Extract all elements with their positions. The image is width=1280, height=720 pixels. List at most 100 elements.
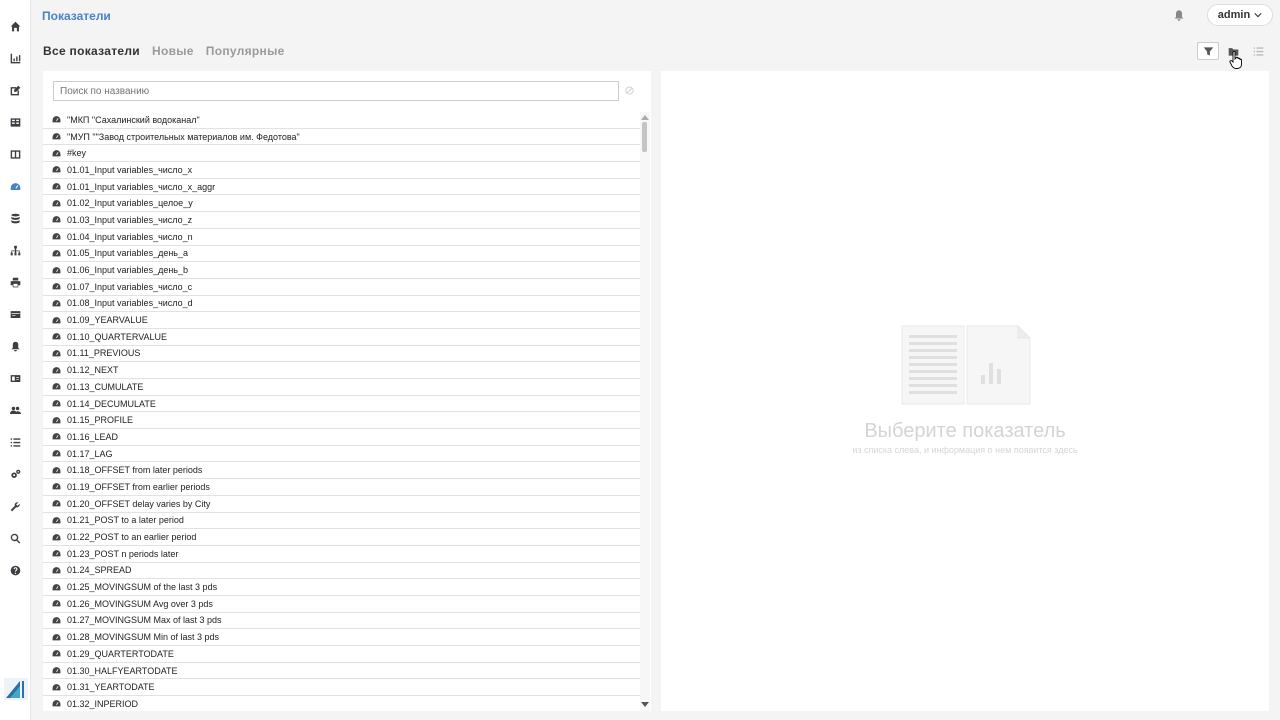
list-item[interactable]: 01.02_Input variables_целое_y bbox=[43, 195, 640, 213]
print-icon[interactable] bbox=[9, 276, 22, 289]
cogs-icon[interactable] bbox=[9, 468, 22, 481]
list-item[interactable]: 01.21_POST to a later period bbox=[43, 513, 640, 530]
bell-icon[interactable] bbox=[9, 340, 22, 353]
list-item-label: 01.25_MOVINGSUM of the last 3 pds bbox=[67, 582, 218, 593]
tab-new[interactable]: Новые bbox=[152, 44, 194, 58]
indicator-icon bbox=[52, 349, 61, 358]
list-item[interactable]: 01.08_Input variables_число_d bbox=[43, 296, 640, 313]
list-item-label: 01.16_LEAD bbox=[67, 431, 119, 442]
list-item-label: 01.21_POST to a later period bbox=[67, 515, 184, 526]
indicator-icon bbox=[52, 633, 61, 642]
indicator-icon bbox=[52, 249, 61, 258]
indicator-icon bbox=[52, 182, 61, 191]
list-item[interactable]: 01.17_LAG bbox=[43, 446, 640, 463]
list-item[interactable]: "МКП "Сахалинский водоканал" bbox=[43, 112, 640, 129]
indicator-icon bbox=[52, 215, 61, 224]
list-item-label: 01.31_YEARTODATE bbox=[67, 682, 155, 693]
indicator-icon bbox=[52, 416, 61, 425]
list-item[interactable]: 01.14_DECUMULATE bbox=[43, 396, 640, 413]
list-item[interactable]: 01.23_POST n periods later bbox=[43, 546, 640, 563]
notifications-bell-icon[interactable] bbox=[1173, 9, 1185, 22]
table-icon[interactable] bbox=[9, 116, 22, 129]
indicator-icon bbox=[52, 499, 61, 508]
list-item[interactable]: 01.19_OFFSET from earlier periods bbox=[43, 479, 640, 496]
indicator-icon bbox=[52, 649, 61, 658]
list-item[interactable]: 01.11_PREVIOUS bbox=[43, 346, 640, 363]
list-item[interactable]: 01.12_NEXT bbox=[43, 362, 640, 379]
list-item[interactable]: #key bbox=[43, 145, 640, 163]
list-item[interactable]: 01.28_MOVINGSUM Min of last 3 pds bbox=[43, 629, 640, 646]
scroll-down-icon[interactable] bbox=[641, 702, 649, 708]
list-item[interactable]: 01.05_Input variables_день_a bbox=[43, 246, 640, 263]
list-item[interactable]: 01.24_SPREAD bbox=[43, 563, 640, 580]
wrench-icon[interactable] bbox=[9, 500, 22, 513]
indicator-list: "МКП "Сахалинский водоканал" "МУП ""Завод… bbox=[43, 112, 640, 711]
indicator-icon bbox=[52, 699, 61, 708]
edit-icon[interactable] bbox=[9, 84, 22, 97]
list-item[interactable]: 01.09_YEARVALUE bbox=[43, 312, 640, 329]
indicator-icon bbox=[52, 599, 61, 608]
list-item[interactable]: 01.25_MOVINGSUM of the last 3 pds bbox=[43, 579, 640, 596]
indicator-icon bbox=[52, 683, 61, 692]
bar-chart-icon[interactable] bbox=[9, 52, 22, 65]
list-item-label: #key bbox=[67, 148, 87, 159]
help-icon[interactable] bbox=[9, 564, 22, 577]
sitemap-icon[interactable] bbox=[9, 244, 22, 257]
list-item-label: 01.03_Input variables_число_z bbox=[67, 214, 193, 225]
user-menu-button[interactable]: admin bbox=[1207, 4, 1273, 26]
list-item[interactable]: 01.27_MOVINGSUM Max of last 3 pds bbox=[43, 613, 640, 630]
list-item[interactable]: 01.31_YEARTODATE bbox=[43, 679, 640, 697]
database-icon[interactable] bbox=[9, 212, 22, 225]
empty-state-subtitle: из списка слева, и информация о нем появ… bbox=[852, 445, 1078, 455]
list-item[interactable]: 01.13_CUMULATE bbox=[43, 379, 640, 396]
list-item-label: "МУП ""Завод строительных материалов им.… bbox=[67, 131, 300, 142]
columns-icon[interactable] bbox=[9, 148, 22, 161]
list-item[interactable]: "МУП ""Завод строительных материалов им.… bbox=[43, 129, 640, 146]
search-icon[interactable] bbox=[9, 532, 22, 545]
list-item[interactable]: 01.01_Input variables_число_x_aggr bbox=[43, 179, 640, 196]
tab-popular[interactable]: Популярные bbox=[206, 44, 285, 58]
list-item[interactable]: 01.07_Input variables_число_c bbox=[43, 279, 640, 296]
users-icon[interactable] bbox=[9, 404, 22, 417]
filter-button[interactable] bbox=[1197, 42, 1219, 60]
list-item-label: 01.19_OFFSET from earlier periods bbox=[67, 481, 210, 492]
indicator-icon bbox=[52, 432, 61, 441]
clear-search-icon[interactable] bbox=[625, 86, 634, 95]
indicator-icon bbox=[52, 449, 61, 458]
tab-bar: Все показатели Новые Популярные bbox=[43, 44, 285, 58]
list-item[interactable]: 01.01_Input variables_число_x bbox=[43, 162, 640, 179]
app-logo[interactable] bbox=[4, 678, 28, 700]
list-item[interactable]: 01.16_LEAD bbox=[43, 429, 640, 446]
list-item[interactable]: 01.30_HALFYEARTODATE bbox=[43, 663, 640, 680]
list-item-label: 01.02_Input variables_целое_y bbox=[67, 198, 193, 209]
list-item-label: 01.11_PREVIOUS bbox=[67, 348, 141, 359]
scrollbar-thumb[interactable] bbox=[642, 122, 647, 152]
list-item[interactable]: 01.15_PROFILE bbox=[43, 412, 640, 430]
list-item[interactable]: 01.03_Input variables_число_z bbox=[43, 212, 640, 229]
list-view-button[interactable] bbox=[1247, 42, 1269, 60]
list-item-label: 01.32_INPERIOD bbox=[67, 698, 139, 709]
search-input[interactable] bbox=[53, 81, 619, 101]
list-item[interactable]: 01.04_Input variables_число_n bbox=[43, 229, 640, 246]
tab-all-indicators[interactable]: Все показатели bbox=[43, 44, 140, 58]
indicator-icon bbox=[52, 316, 61, 325]
list-item[interactable]: 01.22_POST to an earlier period bbox=[43, 529, 640, 546]
home-icon[interactable] bbox=[9, 20, 22, 33]
id-card-icon[interactable] bbox=[9, 372, 22, 385]
list-item[interactable]: 01.10_QUARTERVALUE bbox=[43, 329, 640, 346]
list-icon[interactable] bbox=[9, 436, 22, 449]
indicator-icon bbox=[52, 549, 61, 558]
list-scrollbar[interactable] bbox=[640, 112, 650, 711]
list-item[interactable]: 01.20_OFFSET delay varies by City bbox=[43, 496, 640, 513]
scroll-up-icon[interactable] bbox=[641, 114, 649, 120]
list-item-label: 01.23_POST n periods later bbox=[67, 548, 179, 559]
list-item[interactable]: 01.32_INPERIOD bbox=[43, 696, 640, 711]
card-icon[interactable] bbox=[9, 308, 22, 321]
indicator-icon bbox=[52, 132, 61, 141]
list-item[interactable]: 01.26_MOVINGSUM Avg over 3 pds bbox=[43, 596, 640, 613]
dashboard-icon[interactable] bbox=[9, 180, 22, 193]
list-item-label: 01.06_Input variables_день_b bbox=[67, 265, 188, 276]
list-item[interactable]: 01.06_Input variables_день_b bbox=[43, 262, 640, 279]
list-item[interactable]: 01.18_OFFSET from later periods bbox=[43, 462, 640, 480]
list-item[interactable]: 01.29_QUARTERTODATE bbox=[43, 646, 640, 663]
